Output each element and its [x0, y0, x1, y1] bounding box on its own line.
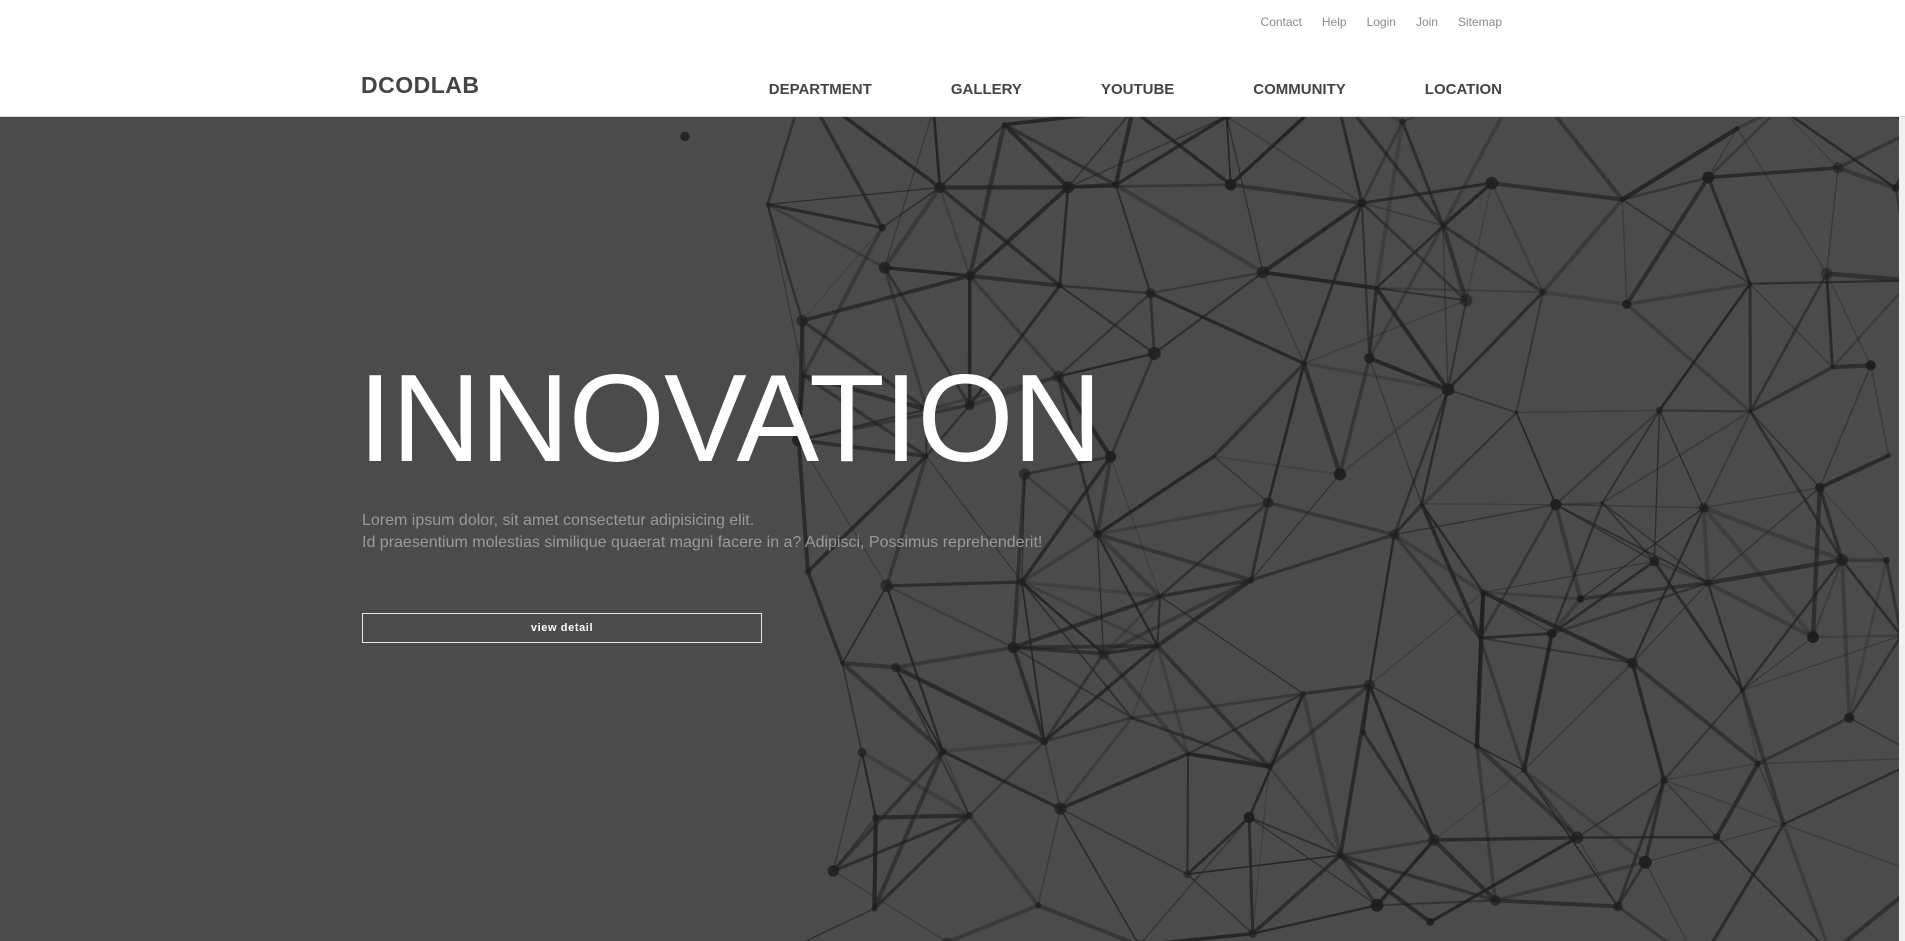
page-edge [1899, 117, 1905, 941]
nav-item-gallery[interactable]: GALLERY [951, 81, 1022, 98]
page: Contact Help Login Join Sitemap DCODLAB … [0, 0, 1905, 941]
view-detail-button[interactable]: view detail [362, 613, 762, 643]
nav-item-youtube[interactable]: YOUTUBE [1101, 81, 1174, 98]
nav-item-location[interactable]: LOCATION [1425, 81, 1502, 98]
util-link-login[interactable]: Login [1367, 15, 1396, 29]
hero-title: INNOVATION [358, 350, 1102, 488]
hero-banner: INNOVATION Lorem ipsum dolor, sit amet c… [0, 117, 1905, 941]
hero-desc-line-2: Id praesentium molestias similique quaer… [362, 534, 1043, 551]
main-nav: DEPARTMENT GALLERY YOUTUBE COMMUNITY LOC… [769, 81, 1502, 98]
site-logo[interactable]: DCODLAB [361, 72, 480, 99]
hero-desc-line-1: Lorem ipsum dolor, sit amet consectetur … [362, 512, 755, 529]
util-link-contact[interactable]: Contact [1261, 15, 1302, 29]
hero-description: Lorem ipsum dolor, sit amet consectetur … [362, 510, 1042, 554]
util-link-sitemap[interactable]: Sitemap [1458, 15, 1502, 29]
util-link-join[interactable]: Join [1416, 15, 1438, 29]
nav-item-department[interactable]: DEPARTMENT [769, 81, 872, 98]
site-header: Contact Help Login Join Sitemap DCODLAB … [0, 0, 1905, 117]
utility-nav: Contact Help Login Join Sitemap [1261, 15, 1502, 29]
nav-item-community[interactable]: COMMUNITY [1253, 81, 1346, 98]
util-link-help[interactable]: Help [1322, 15, 1347, 29]
